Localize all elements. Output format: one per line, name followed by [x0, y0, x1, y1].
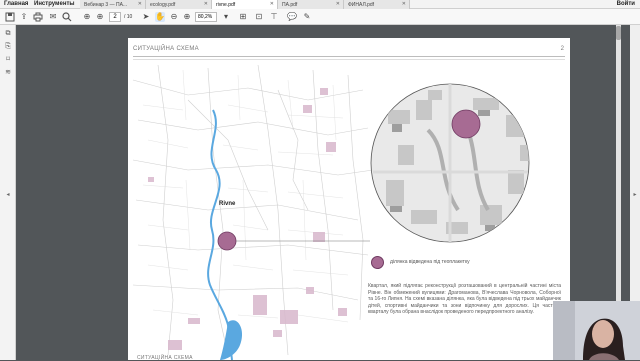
collapse-left-icon[interactable]: ◂	[5, 190, 11, 200]
layers-icon[interactable]: ≋	[3, 68, 13, 78]
search-icon[interactable]	[62, 12, 72, 22]
webcam-overlay	[553, 301, 640, 360]
close-icon[interactable]: ✕	[270, 1, 274, 7]
attachments-icon[interactable]: ⎘	[3, 42, 13, 52]
sign-in-button[interactable]: Войти	[617, 1, 635, 7]
tab-label: ПА.pdf	[282, 2, 298, 8]
stamp-icon[interactable]: ⊤	[269, 12, 279, 22]
minor-streets	[142, 69, 349, 323]
toolbar: ⇪ ✉ ⊕ ⊕ 2 / 10 ➤ ✋ ⊖ ⊕ 80,2% ▾ ⊞ ⊡ ⊤ 💬 ✎	[0, 9, 640, 25]
tab-label: rivne.pdf	[216, 2, 236, 8]
bookmarks-icon[interactable]: ⌑	[3, 55, 13, 65]
map-label-rivne: Rivne	[219, 201, 236, 207]
save-icon[interactable]	[5, 12, 15, 22]
page-count: / 10	[124, 14, 133, 20]
pen-icon[interactable]: ✎	[302, 12, 312, 22]
tab-pa[interactable]: ПА.pdf ✕	[278, 0, 344, 9]
comment-icon[interactable]: 💬	[287, 12, 297, 22]
print-icon[interactable]	[33, 12, 43, 22]
scrollbar-thumb[interactable]	[616, 26, 621, 40]
next-page-title: СИТУАЦІЙНА СХЕМА	[137, 355, 193, 361]
fit-width-icon[interactable]: ⊞	[238, 12, 248, 22]
scroll-mode-icon[interactable]: ⊡	[254, 12, 264, 22]
next-page-icon[interactable]: ⊕	[95, 12, 105, 22]
zoom-in-icon[interactable]: ⊕	[182, 12, 192, 22]
description-text: Квартал, який підлягає реконструкції роз…	[368, 283, 561, 316]
detail-circle	[370, 83, 530, 243]
tab-final[interactable]: ФИНАЛ.pdf ✕	[344, 0, 410, 9]
close-icon[interactable]: ✕	[402, 1, 406, 7]
tab-rivne[interactable]: rivne.pdf ✕	[212, 0, 278, 9]
fit-page-icon[interactable]: ▾	[221, 12, 231, 22]
menu-tools[interactable]: Инструменты	[34, 1, 75, 7]
page-number-label: 2	[560, 46, 564, 52]
collapse-right-icon[interactable]: ▸	[632, 190, 638, 200]
prev-page-icon[interactable]: ⊕	[82, 12, 92, 22]
tab-webinar[interactable]: Вебинар 3 — ПА... ✕	[80, 0, 146, 9]
left-sidebar: ⧉ ⎘ ⌑ ≋ ◂	[0, 25, 16, 360]
menu-home[interactable]: Главная	[4, 1, 28, 7]
page-header-title: СИТУАЦІЙНА СХЕМА	[133, 46, 199, 52]
menu-bar: Главная Инструменты Вебинар 3 — ПА... ✕ e…	[0, 0, 640, 9]
legend-marker	[371, 256, 384, 269]
zoom-select[interactable]: 80,2%	[195, 12, 217, 22]
zoom-out-icon[interactable]: ⊖	[169, 12, 179, 22]
site-marker	[217, 231, 237, 251]
tab-ecology[interactable]: ecology.pdf ✕	[146, 0, 212, 9]
tab-label: ФИНАЛ.pdf	[348, 2, 375, 8]
close-icon[interactable]: ✕	[204, 1, 208, 7]
upload-icon[interactable]: ⇪	[19, 12, 29, 22]
page-number-input[interactable]: 2	[109, 12, 121, 22]
thumbnails-icon[interactable]: ⧉	[3, 29, 13, 39]
tab-label: Вебинар 3 — ПА...	[84, 2, 128, 8]
lake	[220, 320, 243, 360]
legend-text: ділянка відведена під теоплакетку	[390, 259, 470, 265]
hand-icon[interactable]: ✋	[155, 12, 165, 22]
tab-label: ecology.pdf	[150, 2, 176, 8]
detail-site-marker	[451, 109, 481, 139]
close-icon[interactable]: ✕	[336, 1, 340, 7]
select-icon[interactable]: ➤	[141, 12, 151, 22]
webcam-person	[553, 301, 640, 360]
highlighted-plots	[148, 88, 347, 350]
close-icon[interactable]: ✕	[138, 1, 142, 7]
header-rule	[133, 56, 565, 57]
pdf-page: СИТУАЦІЙНА СХЕМА 2 Rivne ділянка відведе…	[128, 38, 570, 361]
mail-icon[interactable]: ✉	[48, 12, 58, 22]
